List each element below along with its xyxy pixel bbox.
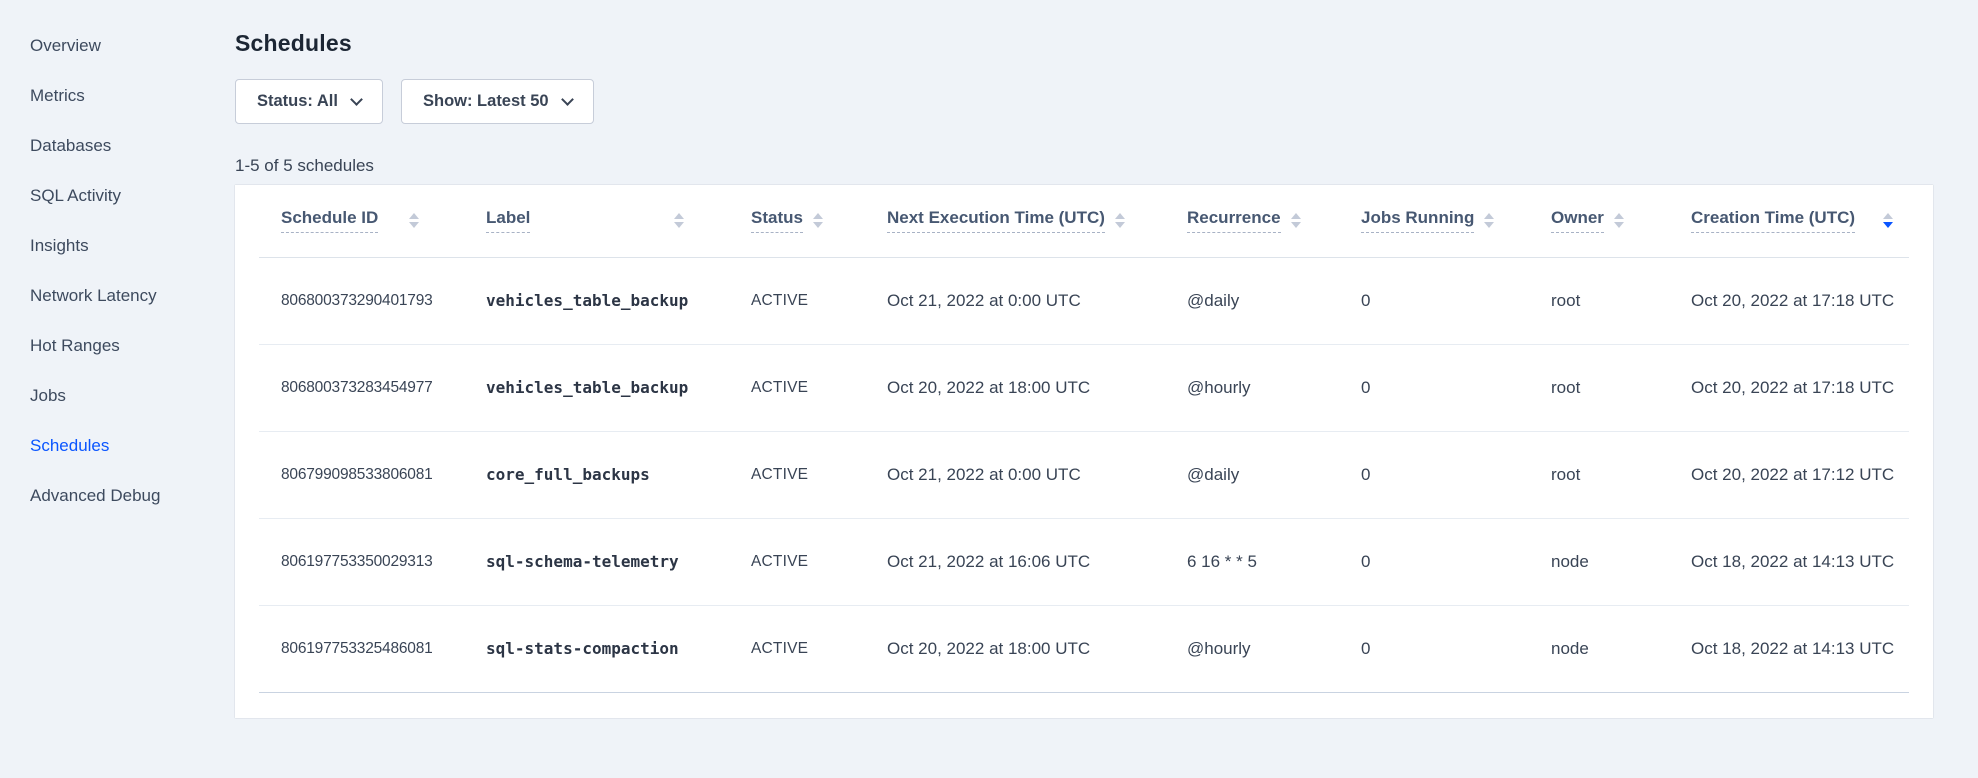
chevron-down-icon — [561, 93, 574, 106]
column-header-status[interactable]: Status — [729, 185, 865, 257]
cell-creation-time: Oct 18, 2022 at 14:13 UTC — [1669, 605, 1909, 692]
column-header-schedule-id[interactable]: Schedule ID — [259, 185, 464, 257]
column-label: Status — [751, 208, 803, 233]
show-filter-dropdown[interactable]: Show: Latest 50 — [401, 79, 594, 124]
cell-jobs-running: 0 — [1339, 344, 1529, 431]
cell-status: ACTIVE — [729, 431, 865, 518]
sort-icon[interactable] — [813, 213, 823, 228]
cell-label[interactable]: sql-schema-telemetry — [464, 518, 729, 605]
cell-label[interactable]: core_full_backups — [464, 431, 729, 518]
column-label: Recurrence — [1187, 208, 1281, 233]
main-content: Schedules Status: All Show: Latest 50 1-… — [235, 0, 1978, 718]
cell-jobs-running: 0 — [1339, 605, 1529, 692]
sidebar-item-hot-ranges[interactable]: Hot Ranges — [0, 321, 235, 371]
cell-schedule-id: 806799098533806081 — [259, 431, 464, 518]
cell-next-execution-time: Oct 20, 2022 at 18:00 UTC — [865, 344, 1165, 431]
sort-icon[interactable] — [674, 213, 684, 228]
status-filter-label: Status: All — [257, 92, 338, 111]
cell-label[interactable]: sql-stats-compaction — [464, 605, 729, 692]
sort-icon[interactable] — [1614, 213, 1624, 228]
cell-next-execution-time: Oct 21, 2022 at 0:00 UTC — [865, 257, 1165, 344]
column-label: Label — [486, 208, 530, 233]
sort-icon[interactable] — [1291, 213, 1301, 228]
cell-status: ACTIVE — [729, 344, 865, 431]
sort-desc-icon[interactable] — [1883, 213, 1893, 228]
cell-owner: node — [1529, 605, 1669, 692]
cell-schedule-id: 806197753325486081 — [259, 605, 464, 692]
column-header-creation-time[interactable]: Creation Time (UTC) — [1669, 185, 1909, 257]
schedules-table-card: Schedule ID Label Stat — [235, 185, 1933, 718]
app-root: Overview Metrics Databases SQL Activity … — [0, 0, 1978, 778]
schedules-table: Schedule ID Label Stat — [259, 185, 1909, 693]
table-row[interactable]: 806197753350029313 sql-schema-telemetry … — [259, 518, 1909, 605]
cell-status: ACTIVE — [729, 605, 865, 692]
cell-schedule-id: 806800373290401793 — [259, 257, 464, 344]
column-label: Creation Time (UTC) — [1691, 208, 1855, 233]
cell-label[interactable]: vehicles_table_backup — [464, 344, 729, 431]
cell-jobs-running: 0 — [1339, 518, 1529, 605]
cell-label[interactable]: vehicles_table_backup — [464, 257, 729, 344]
cell-creation-time: Oct 18, 2022 at 14:13 UTC — [1669, 518, 1909, 605]
cell-owner: node — [1529, 518, 1669, 605]
cell-status: ACTIVE — [729, 257, 865, 344]
filter-bar: Status: All Show: Latest 50 — [235, 79, 1978, 124]
sort-icon[interactable] — [409, 213, 419, 228]
status-filter-dropdown[interactable]: Status: All — [235, 79, 383, 124]
cell-creation-time: Oct 20, 2022 at 17:18 UTC — [1669, 257, 1909, 344]
column-label: Jobs Running — [1361, 208, 1474, 233]
cell-owner: root — [1529, 344, 1669, 431]
cell-schedule-id: 806197753350029313 — [259, 518, 464, 605]
sidebar-item-databases[interactable]: Databases — [0, 121, 235, 171]
sidebar-item-jobs[interactable]: Jobs — [0, 371, 235, 421]
column-header-owner[interactable]: Owner — [1529, 185, 1669, 257]
sidebar-item-insights[interactable]: Insights — [0, 221, 235, 271]
cell-schedule-id: 806800373283454977 — [259, 344, 464, 431]
chevron-down-icon — [350, 93, 363, 106]
column-label: Schedule ID — [281, 208, 378, 233]
column-header-jobs-running[interactable]: Jobs Running — [1339, 185, 1529, 257]
cell-recurrence: 6 16 * * 5 — [1165, 518, 1339, 605]
cell-recurrence: @daily — [1165, 431, 1339, 518]
page-title: Schedules — [235, 30, 1978, 57]
cell-creation-time: Oct 20, 2022 at 17:18 UTC — [1669, 344, 1909, 431]
cell-jobs-running: 0 — [1339, 431, 1529, 518]
sidebar-item-schedules[interactable]: Schedules — [0, 421, 235, 471]
cell-owner: root — [1529, 431, 1669, 518]
sort-icon[interactable] — [1115, 213, 1125, 228]
column-label: Owner — [1551, 208, 1604, 233]
table-row[interactable]: 806799098533806081 core_full_backups ACT… — [259, 431, 1909, 518]
cell-creation-time: Oct 20, 2022 at 17:12 UTC — [1669, 431, 1909, 518]
table-header-row: Schedule ID Label Stat — [259, 185, 1909, 257]
sidebar-item-overview[interactable]: Overview — [0, 21, 235, 71]
cell-next-execution-time: Oct 20, 2022 at 18:00 UTC — [865, 605, 1165, 692]
sidebar-item-advanced-debug[interactable]: Advanced Debug — [0, 471, 235, 521]
column-header-recurrence[interactable]: Recurrence — [1165, 185, 1339, 257]
results-count: 1-5 of 5 schedules — [235, 156, 1978, 176]
cell-recurrence: @daily — [1165, 257, 1339, 344]
cell-recurrence: @hourly — [1165, 344, 1339, 431]
cell-next-execution-time: Oct 21, 2022 at 0:00 UTC — [865, 431, 1165, 518]
column-header-next-execution-time[interactable]: Next Execution Time (UTC) — [865, 185, 1165, 257]
table-row[interactable]: 806800373283454977 vehicles_table_backup… — [259, 344, 1909, 431]
cell-status: ACTIVE — [729, 518, 865, 605]
table-row[interactable]: 806800373290401793 vehicles_table_backup… — [259, 257, 1909, 344]
table-row[interactable]: 806197753325486081 sql-stats-compaction … — [259, 605, 1909, 692]
sidebar-item-metrics[interactable]: Metrics — [0, 71, 235, 121]
sort-icon[interactable] — [1484, 213, 1494, 228]
cell-jobs-running: 0 — [1339, 257, 1529, 344]
cell-owner: root — [1529, 257, 1669, 344]
column-label: Next Execution Time (UTC) — [887, 208, 1105, 233]
cell-recurrence: @hourly — [1165, 605, 1339, 692]
column-header-label[interactable]: Label — [464, 185, 729, 257]
cell-next-execution-time: Oct 21, 2022 at 16:06 UTC — [865, 518, 1165, 605]
sidebar-item-sql-activity[interactable]: SQL Activity — [0, 171, 235, 221]
sidebar-item-network-latency[interactable]: Network Latency — [0, 271, 235, 321]
sidebar: Overview Metrics Databases SQL Activity … — [0, 0, 235, 778]
show-filter-label: Show: Latest 50 — [423, 92, 549, 111]
